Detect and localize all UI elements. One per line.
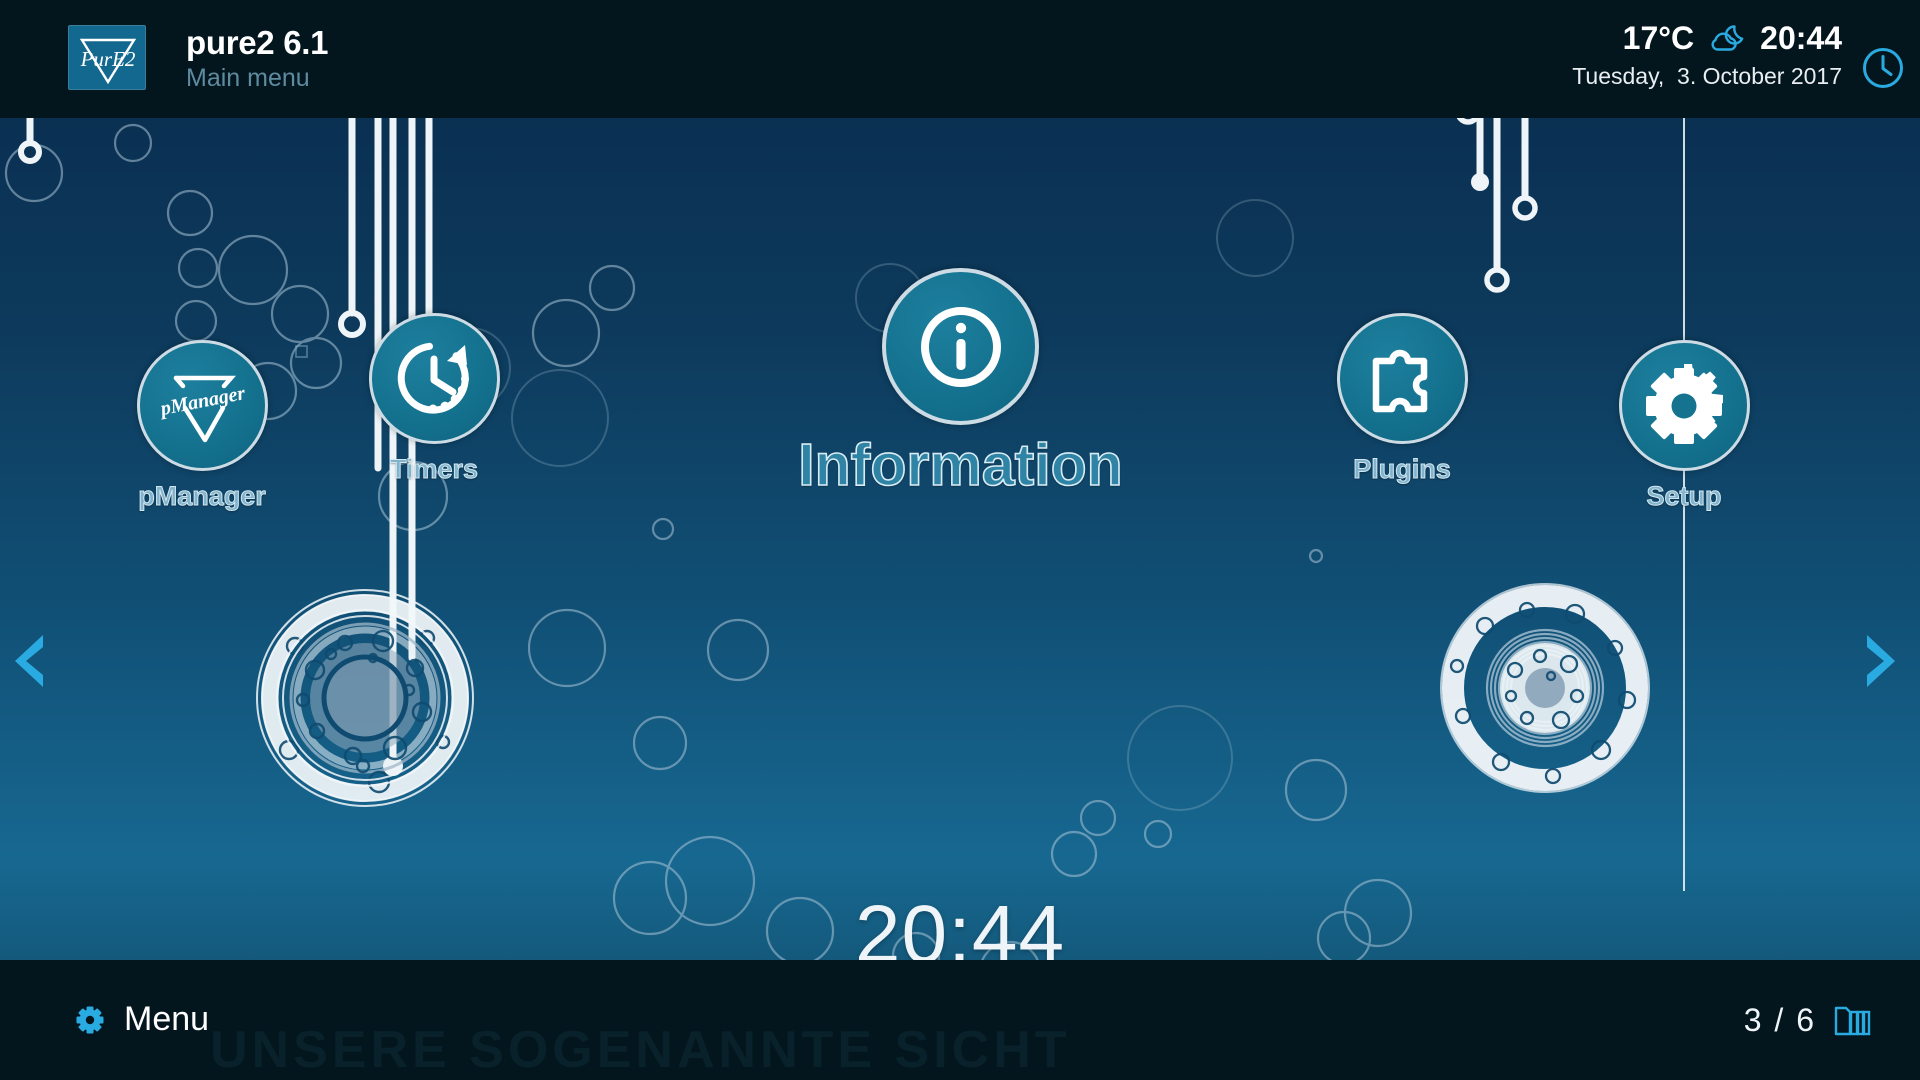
pmanager-icon: pManager xyxy=(136,340,268,471)
menu-item-label: Timers xyxy=(389,454,479,485)
menu-item-setup[interactable]: Setup xyxy=(1604,340,1764,512)
pure2-main-menu-screen: PurE2 pure2 6.1 Main menu 17°C 20:44 Tue… xyxy=(0,0,1920,1080)
svg-text:PurE2: PurE2 xyxy=(80,47,136,71)
app-title: pure2 6.1 xyxy=(186,24,329,61)
main-content-area: pManager pManager Timers Information Plu… xyxy=(0,118,1920,960)
information-icon xyxy=(882,268,1039,425)
menu-item-plugins[interactable]: Plugins xyxy=(1317,313,1487,485)
background-ghost-text: UNSERE SOGENANNTE SICHT xyxy=(210,1021,1071,1079)
page-indicator-text: 3 / 6 xyxy=(1743,1002,1816,1038)
page-indicator: 3 / 6 xyxy=(1744,1002,1872,1039)
bottom-bar: UNSERE SOGENANNTE SICHT xyxy=(0,960,1920,1080)
cloud-moon-icon xyxy=(1708,23,1746,53)
info-circle-icon xyxy=(920,306,1001,387)
current-date: Tuesday, 3. October 2017 xyxy=(1572,63,1842,89)
temperature-value: 17°C xyxy=(1622,20,1695,56)
menu-item-pmanager[interactable]: pManager pManager xyxy=(122,340,282,512)
menu-item-information[interactable]: Information xyxy=(783,268,1138,499)
gear-icon xyxy=(75,1005,105,1035)
menu-item-label: pManager xyxy=(138,481,267,512)
gear-icon xyxy=(1646,363,1723,444)
page-subtitle: Main menu xyxy=(186,63,310,92)
puzzle-piece-icon xyxy=(1372,349,1428,412)
current-time: 20:44 xyxy=(1760,20,1842,56)
chevron-right-icon[interactable] xyxy=(1863,633,1897,694)
top-status-bar: PurE2 pure2 6.1 Main menu 17°C 20:44 Tue… xyxy=(0,0,1920,118)
large-clock-display: 20:44 xyxy=(854,889,1066,960)
menu-item-timers[interactable]: Timers xyxy=(354,313,514,485)
clock-arrow-icon xyxy=(397,342,469,414)
status-block: 17°C 20:44 Tuesday, 3. October 2017 xyxy=(1572,22,1842,90)
main-menu-carousel: pManager pManager Timers Information Plu… xyxy=(0,118,1920,960)
chevron-left-icon[interactable] xyxy=(13,633,47,694)
status-primary-line: 17°C 20:44 xyxy=(1572,22,1842,54)
menu-button-label: Menu xyxy=(124,1000,210,1038)
pure2-logo: PurE2 xyxy=(68,25,146,90)
menu-item-label: Information xyxy=(797,431,1123,499)
pages-stack-icon[interactable] xyxy=(1834,1005,1872,1037)
menu-item-label: Setup xyxy=(1646,481,1722,512)
pmanager-triangle-icon: pManager xyxy=(157,375,247,442)
menu-item-label: Plugins xyxy=(1353,454,1452,485)
setup-icon xyxy=(1618,340,1750,471)
svg-text:pManager: pManager xyxy=(157,382,247,420)
menu-button[interactable]: Menu xyxy=(75,1000,209,1039)
app-title-block: pure2 6.1 Main menu xyxy=(186,24,329,93)
pure2-triangle-logo-icon: PurE2 xyxy=(80,38,137,85)
plugins-icon xyxy=(1336,313,1468,444)
timers-icon xyxy=(368,313,500,444)
clock-icon[interactable] xyxy=(1861,46,1905,95)
